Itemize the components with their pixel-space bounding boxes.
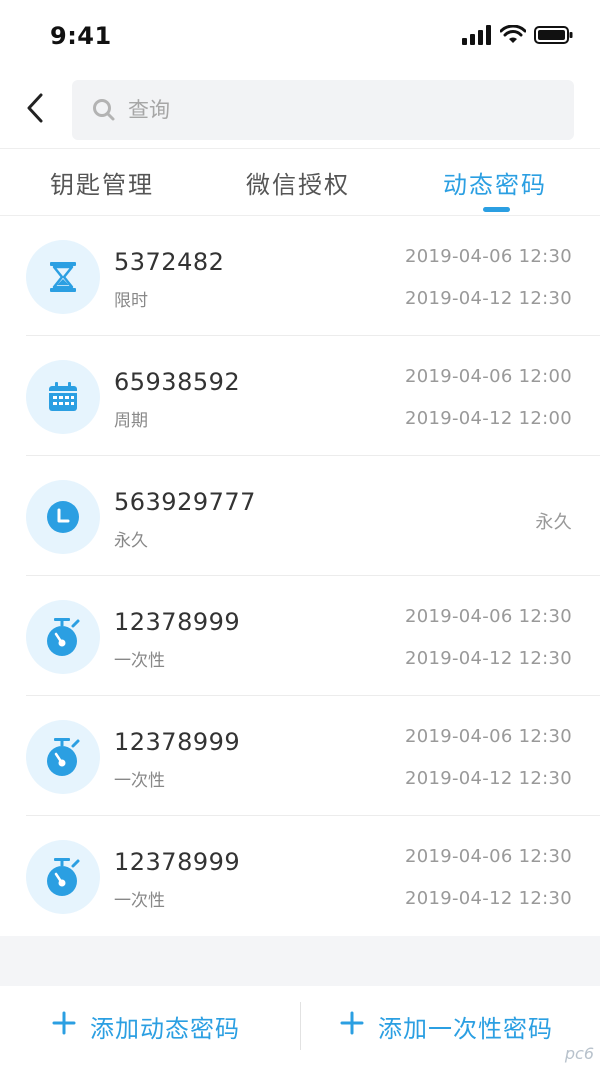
password-type: 限时 xyxy=(114,291,148,311)
start-time: 2019-04-06 12:30 xyxy=(404,246,572,267)
header xyxy=(0,76,600,148)
start-time: 2019-04-06 12:30 xyxy=(404,726,572,747)
password-code: 65938592 xyxy=(114,368,241,396)
watermark: pc6 xyxy=(564,1044,594,1063)
bottom-divider xyxy=(300,1002,301,1050)
plus-icon xyxy=(340,1011,364,1041)
calendar-icon xyxy=(26,360,100,434)
search-input[interactable] xyxy=(128,98,508,122)
status-time: 9:41 xyxy=(50,22,112,50)
hourglass-icon xyxy=(26,240,100,314)
active-tab-indicator xyxy=(483,207,510,212)
list-item[interactable]: 12378999 一次性 2019-04-06 12:30 2019-04-12… xyxy=(0,576,600,696)
add-dynamic-password-label: 添加动态密码 xyxy=(90,1014,240,1043)
cellular-signal-icon xyxy=(462,25,492,49)
list-item[interactable]: 65938592 周期 2019-04-06 12:00 2019-04-12 … xyxy=(0,336,600,456)
password-code: 12378999 xyxy=(114,848,241,876)
plus-icon xyxy=(52,1011,76,1041)
search-icon xyxy=(92,98,116,122)
password-code: 563929777 xyxy=(114,488,256,516)
wifi-icon xyxy=(499,24,527,49)
clock-icon xyxy=(26,480,100,554)
start-time: 2019-04-06 12:30 xyxy=(404,846,572,867)
tab-wechat-authorization[interactable]: 微信授权 xyxy=(246,165,350,200)
tab-dynamic-password[interactable]: 动态密码 xyxy=(443,165,547,200)
tab-bar: 钥匙管理 微信授权 动态密码 xyxy=(0,148,600,216)
permanent-label: 永久 xyxy=(535,512,572,533)
list-item[interactable]: 5372482 限时 2019-04-06 12:30 2019-04-12 1… xyxy=(0,216,600,336)
list-footer-spacer xyxy=(0,936,600,986)
end-time: 2019-04-12 12:30 xyxy=(404,648,572,669)
list-item[interactable]: 12378999 一次性 2019-04-06 12:30 2019-04-12… xyxy=(0,696,600,816)
status-bar: 9:41 xyxy=(0,0,600,76)
list-item[interactable]: 563929777 永久 永久 xyxy=(0,456,600,576)
start-time: 2019-04-06 12:30 xyxy=(404,606,572,627)
password-type: 一次性 xyxy=(114,771,165,791)
password-code: 5372482 xyxy=(114,248,225,276)
battery-icon xyxy=(534,25,574,49)
password-code: 12378999 xyxy=(114,728,241,756)
end-time: 2019-04-12 12:30 xyxy=(404,888,572,909)
list-item[interactable]: 12378999 一次性 2019-04-06 12:30 2019-04-12… xyxy=(0,816,600,936)
start-time: 2019-04-06 12:00 xyxy=(404,366,572,387)
password-code: 12378999 xyxy=(114,608,241,636)
password-type: 周期 xyxy=(114,411,148,431)
stopwatch-icon xyxy=(26,720,100,794)
tab-key-management[interactable]: 钥匙管理 xyxy=(50,165,154,200)
add-dynamic-password-button[interactable]: 添加动态密码 xyxy=(52,996,240,1056)
add-one-time-password-button[interactable]: 添加一次性密码 xyxy=(340,996,553,1056)
add-one-time-password-label: 添加一次性密码 xyxy=(378,1014,553,1043)
stopwatch-icon xyxy=(26,840,100,914)
password-type: 永久 xyxy=(114,531,148,551)
end-time: 2019-04-12 12:30 xyxy=(404,768,572,789)
password-type: 一次性 xyxy=(114,891,165,911)
bottom-action-bar: 添加动态密码 添加一次性密码 pc6 xyxy=(0,986,600,1067)
status-icons xyxy=(462,24,574,49)
chevron-left-icon xyxy=(25,92,45,128)
end-time: 2019-04-12 12:30 xyxy=(404,288,572,309)
stopwatch-icon xyxy=(26,600,100,674)
end-time: 2019-04-12 12:00 xyxy=(404,408,572,429)
back-button[interactable] xyxy=(18,90,52,130)
password-type: 一次性 xyxy=(114,651,165,671)
search-box[interactable] xyxy=(72,80,574,140)
